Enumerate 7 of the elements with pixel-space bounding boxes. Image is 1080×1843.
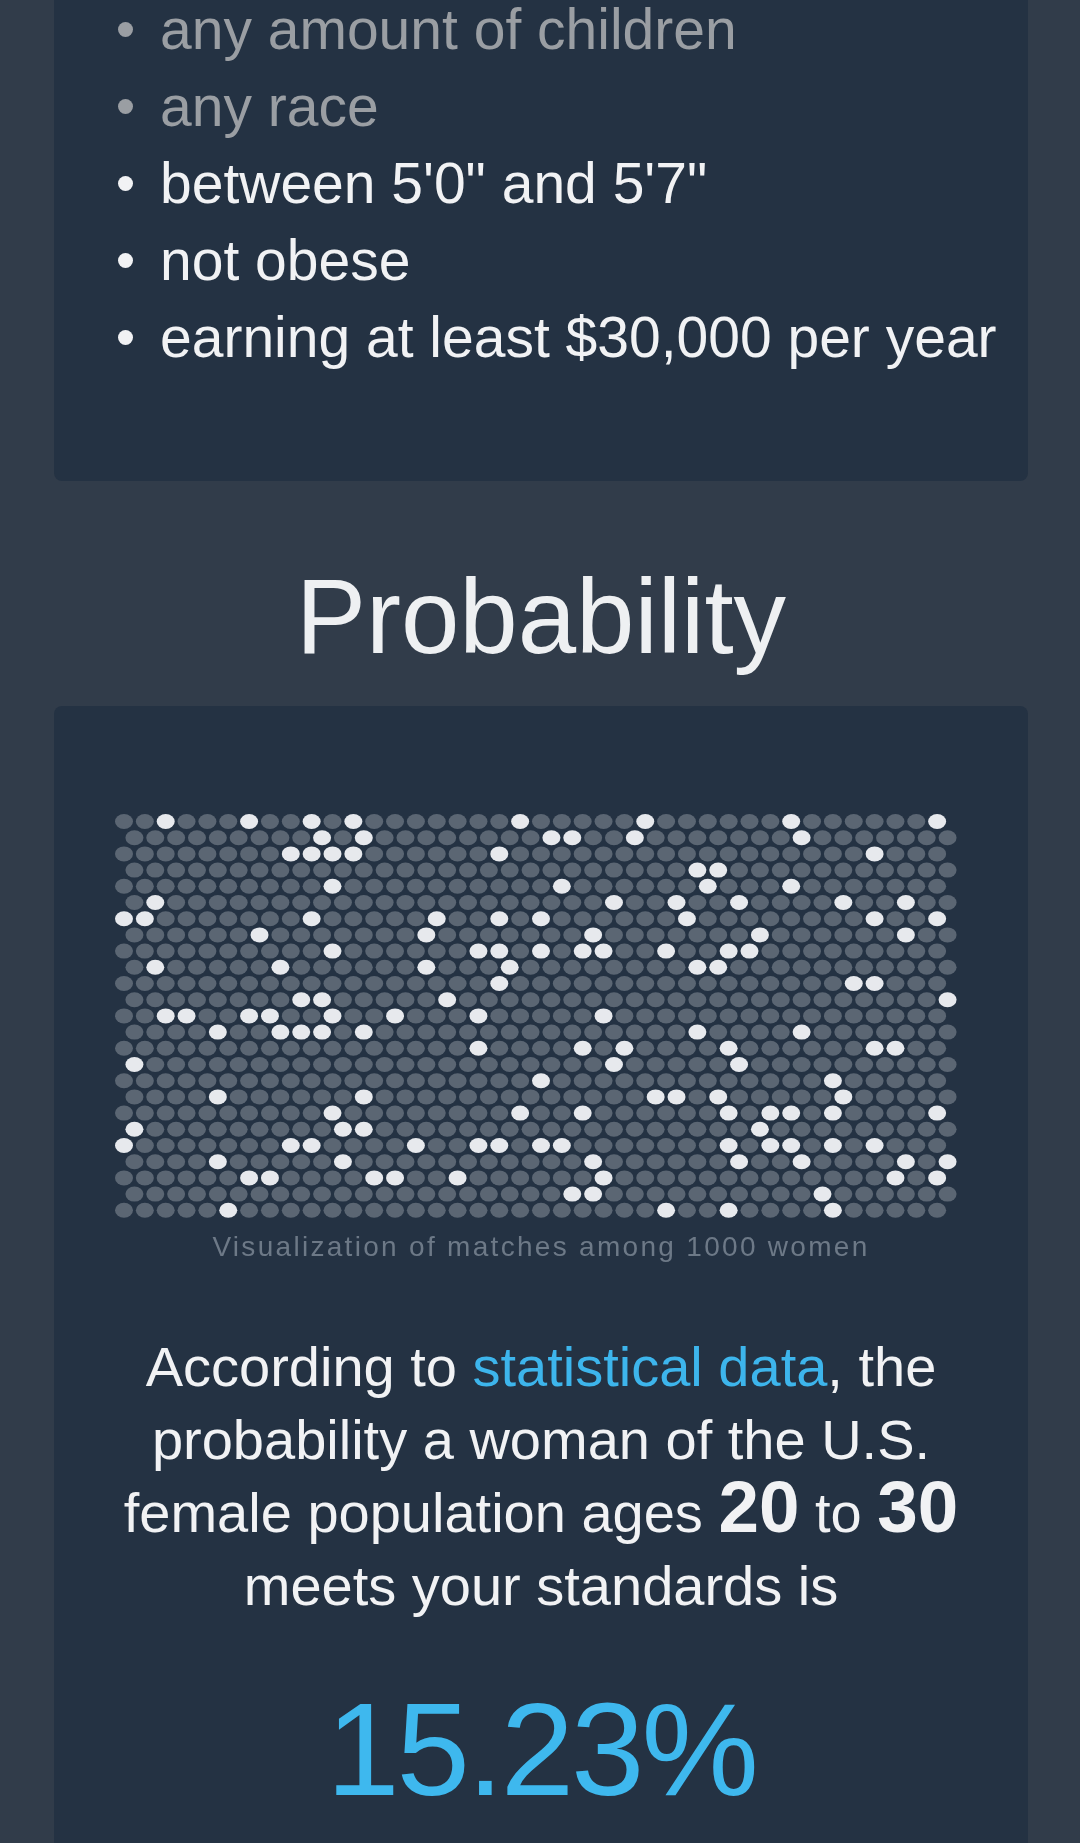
criterion-text: between 5'0" and 5'7"	[160, 154, 708, 212]
statistical-data-link[interactable]: statistical data	[472, 1334, 828, 1398]
probability-statement: According to statistical data, the probability a woman of the U.S. female population ages 20 to 30 meets your standards is	[122, 1333, 960, 1619]
probability-value: 15.23%	[326, 1674, 756, 1825]
chart-caption: Visualization of matches among 1000 women	[212, 1229, 870, 1264]
section-heading: Probability	[294, 557, 788, 677]
criterion-text: not obese	[160, 231, 411, 289]
